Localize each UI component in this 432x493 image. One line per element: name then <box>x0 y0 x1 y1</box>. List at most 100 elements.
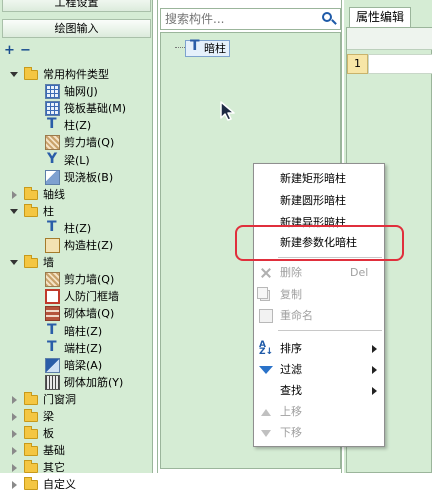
folder-icon <box>24 477 38 491</box>
tree-item-label: 现浇板(B) <box>64 170 114 184</box>
folder-icon <box>24 426 38 440</box>
grid-icon <box>45 84 60 100</box>
tree-folder-label: 常用构件类型 <box>43 68 109 81</box>
tree-item-label: 梁(L) <box>64 153 90 167</box>
tree-folder-label: 门窗洞 <box>43 392 76 406</box>
folder-icon <box>24 255 38 269</box>
property-row-number[interactable]: 1 <box>347 54 368 74</box>
tab-drawing-input[interactable]: 绘图输入 <box>2 19 151 38</box>
search-bar <box>160 8 341 30</box>
tree-folder-label: 自定义 <box>43 478 76 492</box>
tree-folder-label: 其它 <box>43 461 65 475</box>
folder-icon <box>24 443 38 457</box>
tree-item-label: 人防门框墙 <box>64 290 119 304</box>
wall-icon <box>45 272 60 288</box>
submenu-arrow-icon <box>372 366 377 374</box>
tree-item-label: 暗梁(A) <box>64 358 103 372</box>
menu-item-sort[interactable]: A Z↓ 排序 <box>254 338 384 360</box>
delete-shortcut: Del <box>350 266 369 279</box>
slab-icon <box>45 169 60 185</box>
list-item-anzhu[interactable]: 暗柱 <box>185 39 230 57</box>
property-row-cell[interactable] <box>368 54 432 74</box>
collapse-arrow-icon[interactable] <box>12 481 17 490</box>
list-item-label: 暗柱 <box>204 42 226 55</box>
menu-item-rename[interactable]: 重命名 <box>254 305 384 327</box>
collapse-all-icon[interactable]: − <box>20 42 31 60</box>
collapse-arrow-icon[interactable] <box>12 447 17 456</box>
search-input[interactable] <box>163 10 313 28</box>
highlight-annotation <box>235 225 404 261</box>
collapse-arrow-icon[interactable] <box>12 395 17 404</box>
tab-property-edit[interactable]: 属性编辑 <box>349 7 411 27</box>
mouse-cursor-icon <box>220 101 235 121</box>
folder-icon <box>24 67 38 80</box>
property-grid-header <box>347 28 432 50</box>
column-icon <box>188 39 203 56</box>
tree-folder-label: 墙 <box>43 256 54 270</box>
menu-item-find[interactable]: 查找 <box>254 380 384 402</box>
menu-separator <box>278 330 382 331</box>
col-icon <box>45 219 60 236</box>
tree-item-label: 筏板基础(M) <box>64 102 127 116</box>
filter-icon <box>259 366 273 374</box>
tree-item-label: 砌体加筋(Y) <box>64 375 124 389</box>
folder-icon <box>24 186 38 200</box>
expand-arrow-icon[interactable] <box>10 72 18 77</box>
tree-toolbar: + − <box>2 42 151 62</box>
tree-item-label: 暗柱(Z) <box>64 324 103 338</box>
tree-item-label: 柱(Z) <box>64 221 92 235</box>
tree-item-label: 端柱(Z) <box>64 341 103 355</box>
construct-icon <box>45 238 60 253</box>
sort-az-icon: A Z↓ <box>259 340 274 357</box>
menu-item-filter[interactable]: 过滤 <box>254 359 384 381</box>
expand-arrow-icon[interactable] <box>10 260 18 266</box>
menu-item-delete[interactable]: 删除 Del <box>254 262 384 284</box>
arrow-up-icon <box>261 409 271 416</box>
expand-arrow-icon[interactable] <box>10 208 18 214</box>
tree-folder-label: 板 <box>43 427 54 441</box>
tree-folder-label: 柱 <box>43 204 54 218</box>
collapse-arrow-icon[interactable] <box>12 464 17 473</box>
folder-icon <box>24 409 38 422</box>
menu-item-new-round[interactable]: 新建圆形暗柱 <box>254 190 384 212</box>
col-icon <box>45 339 60 356</box>
tree-folder-label: 梁 <box>43 410 54 423</box>
grid-icon <box>45 101 60 117</box>
frame-icon <box>45 289 60 305</box>
collapse-arrow-icon[interactable] <box>12 430 17 439</box>
tree-folder-label: 轴线 <box>43 187 65 201</box>
menu-item-new-rect[interactable]: 新建矩形暗柱 <box>254 168 384 190</box>
tree-item-label: 柱(Z) <box>64 119 92 133</box>
context-menu: 新建矩形暗柱 新建圆形暗柱 新建异形暗柱 新建参数化暗柱 删除 Del 复制 重… <box>253 163 385 447</box>
tree-item-label: 构造柱(Z) <box>64 239 114 252</box>
collapse-arrow-icon[interactable] <box>12 190 17 199</box>
tree-item-label: 砌体墙(Q) <box>64 307 115 321</box>
col-icon <box>45 322 60 339</box>
tab-project-settings[interactable]: 工程设置 <box>2 0 151 12</box>
beam-icon <box>45 151 60 168</box>
tree-item-label: 剪力墙(Q) <box>64 273 115 287</box>
folder-icon <box>24 391 38 405</box>
col-icon <box>45 116 60 133</box>
folder-icon <box>24 203 38 217</box>
copy-icon <box>257 287 270 301</box>
rename-icon <box>259 309 273 323</box>
expand-all-icon[interactable]: + <box>4 42 15 60</box>
tree-item-label: 轴网(J) <box>64 85 98 99</box>
menu-item-copy[interactable]: 复制 <box>254 284 384 306</box>
tree-folder-label: 基础 <box>43 444 65 458</box>
tree-connector <box>175 47 185 48</box>
submenu-arrow-icon <box>372 345 377 353</box>
menu-item-move-down[interactable]: 下移 <box>254 422 384 444</box>
collapse-arrow-icon[interactable] <box>12 413 17 421</box>
search-icon[interactable] <box>319 10 339 28</box>
submenu-arrow-icon <box>372 387 377 395</box>
tree-item-label: 剪力墙(Q) <box>64 136 115 150</box>
menu-item-move-up[interactable]: 上移 <box>254 401 384 423</box>
wall-icon <box>45 135 60 151</box>
component-tree-panel: 工程设置 绘图输入 + − 常用构件类型轴网(J) 筏板基础(M) 柱(Z) 剪力墙(… <box>0 0 153 491</box>
delete-icon <box>259 266 273 280</box>
folder-icon <box>24 460 38 474</box>
rebar-icon <box>45 374 60 390</box>
arrow-down-icon <box>261 430 271 437</box>
